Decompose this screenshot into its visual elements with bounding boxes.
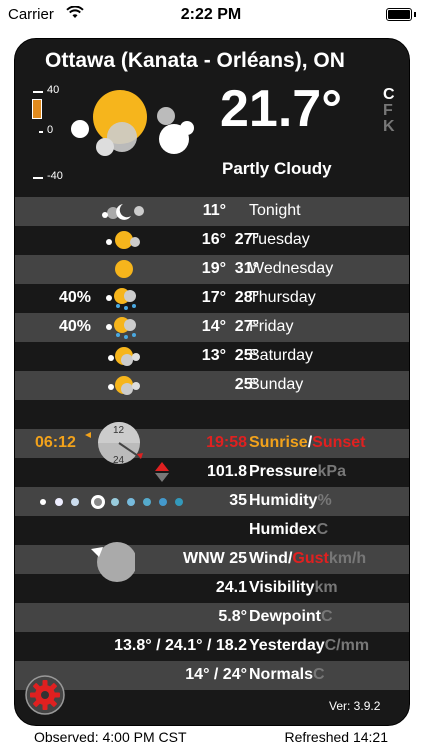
- sun-row[interactable]: 06:12 12 24 19:58 Sunrise/Sunset: [15, 422, 409, 466]
- thermometer-icon: [32, 99, 42, 119]
- dewpoint-row[interactable]: 5.8° DewpointC: [15, 603, 409, 632]
- normals-value: 14° / 24°: [185, 666, 247, 683]
- forecast-low: 16°: [201, 231, 226, 248]
- forecast-row[interactable]: 16° 27° Tuesday: [15, 226, 409, 255]
- wind-row[interactable]: WNW 25 Wind/Gustkm/h: [15, 542, 409, 582]
- data-rows: 11° Tonight 16° 27° Tuesday 19° 31° Wedn…: [15, 197, 409, 690]
- unit-f-option[interactable]: F: [383, 103, 395, 119]
- visibility-value: 24.1: [215, 579, 247, 596]
- yesterday-value: 13.8° / 24.1° / 18.2: [114, 637, 247, 654]
- wind-value: WNW 25: [183, 550, 247, 567]
- pressure-value: 101.8: [206, 463, 247, 480]
- forecast-day: Tuesday: [249, 231, 310, 248]
- observed-time: Observed: 4:00 PM CST: [34, 729, 187, 745]
- forecast-day: Sunday: [249, 376, 304, 393]
- forecast-row[interactable]: 11° Tonight: [15, 197, 409, 226]
- scale-top-label: 40: [47, 84, 60, 96]
- unit-selector: C F K: [383, 87, 395, 135]
- unit-c-option[interactable]: C: [383, 87, 395, 103]
- forecast-day: Friday: [249, 318, 294, 335]
- refreshed-time: Refreshed 14:21: [284, 729, 388, 745]
- weather-panel: Ottawa (Kanata - Orléans), ON 40 0 -40 2…: [14, 38, 410, 726]
- location-title[interactable]: Ottawa (Kanata - Orléans), ON: [45, 49, 345, 73]
- sunrise-time: 06:12: [35, 434, 76, 451]
- visibility-label: Visibilitykm: [249, 579, 338, 596]
- forecast-day: Thursday: [249, 289, 316, 306]
- scale-mid-label: 0: [47, 124, 54, 136]
- partly-cloudy-icon: [99, 228, 147, 257]
- forecast-low: 17°: [201, 289, 226, 306]
- humidex-row[interactable]: HumidexC: [15, 516, 409, 545]
- current-condition: Partly Cloudy: [222, 159, 332, 178]
- wind-label: Wind/Gustkm/h: [249, 550, 367, 567]
- humidity-value: 35: [229, 492, 247, 509]
- dial-top-label: 12: [113, 425, 125, 436]
- forecast-day: Wednesday: [249, 260, 334, 277]
- precip-chance: 40%: [58, 289, 91, 306]
- spacer-row: [15, 400, 409, 429]
- forecast-row[interactable]: 40% 14° 27° Friday: [15, 313, 409, 342]
- scale-bottom-label: -40: [47, 170, 63, 182]
- forecast-low: 13°: [201, 347, 226, 364]
- unit-k-option[interactable]: K: [383, 119, 395, 135]
- forecast-row[interactable]: 40% 17° 28° Thursday: [15, 284, 409, 313]
- current-temperature: 21.7°: [220, 80, 343, 138]
- visibility-row[interactable]: 24.1 Visibilitykm: [15, 574, 409, 603]
- sunset-time: 19:58: [206, 434, 247, 451]
- sunny-icon: [99, 257, 147, 286]
- humidity-row[interactable]: 35 Humidity%: [15, 487, 409, 516]
- forecast-day: Saturday: [249, 347, 314, 364]
- settings-gear-icon[interactable]: [25, 675, 65, 720]
- partly-cloudy-icon: [99, 373, 147, 402]
- forecast-row[interactable]: 13° 25° Saturday: [15, 342, 409, 371]
- version-label: Ver: 3.9.2: [329, 699, 381, 713]
- forecast-row[interactable]: 25° Sunday: [15, 371, 409, 400]
- humidity-dots-icon: [37, 493, 197, 516]
- yesterday-label: YesterdayC/mm: [249, 637, 370, 654]
- yesterday-row[interactable]: 13.8° / 24.1° / 18.2 YesterdayC/mm: [15, 632, 409, 661]
- forecast-day: Tonight: [249, 202, 301, 219]
- clock: 2:22 PM: [180, 6, 242, 23]
- dewpoint-value: 5.8°: [218, 608, 247, 625]
- forecast-row[interactable]: 19° 31° Wednesday: [15, 255, 409, 284]
- pressure-row[interactable]: 101.8 PressurekPa: [15, 458, 409, 487]
- forecast-low: 14°: [201, 318, 226, 335]
- normals-label: NormalsC: [249, 666, 325, 683]
- dewpoint-label: DewpointC: [249, 608, 333, 625]
- forecast-low: 19°: [201, 260, 226, 277]
- pressure-label: PressurekPa: [249, 463, 346, 480]
- partly-cloudy-icon: [99, 344, 147, 373]
- humidex-label: HumidexC: [249, 521, 329, 538]
- status-bar: Carrier 2:22 PM: [0, 0, 422, 30]
- footer: Observed: 4:00 PM CST Refreshed 14:21: [0, 722, 422, 750]
- sun-label: Sunrise/Sunset: [249, 434, 366, 451]
- partly-cloudy-large-icon: [70, 89, 200, 174]
- battery-icon: [386, 8, 416, 21]
- forecast-low: 11°: [202, 202, 226, 219]
- precip-chance: 40%: [58, 318, 91, 335]
- normals-row[interactable]: 14° / 24° NormalsC: [15, 661, 409, 690]
- night-partly-cloudy-icon: [99, 199, 147, 228]
- humidity-label: Humidity%: [249, 492, 332, 509]
- pressure-trend-icon: [155, 462, 169, 487]
